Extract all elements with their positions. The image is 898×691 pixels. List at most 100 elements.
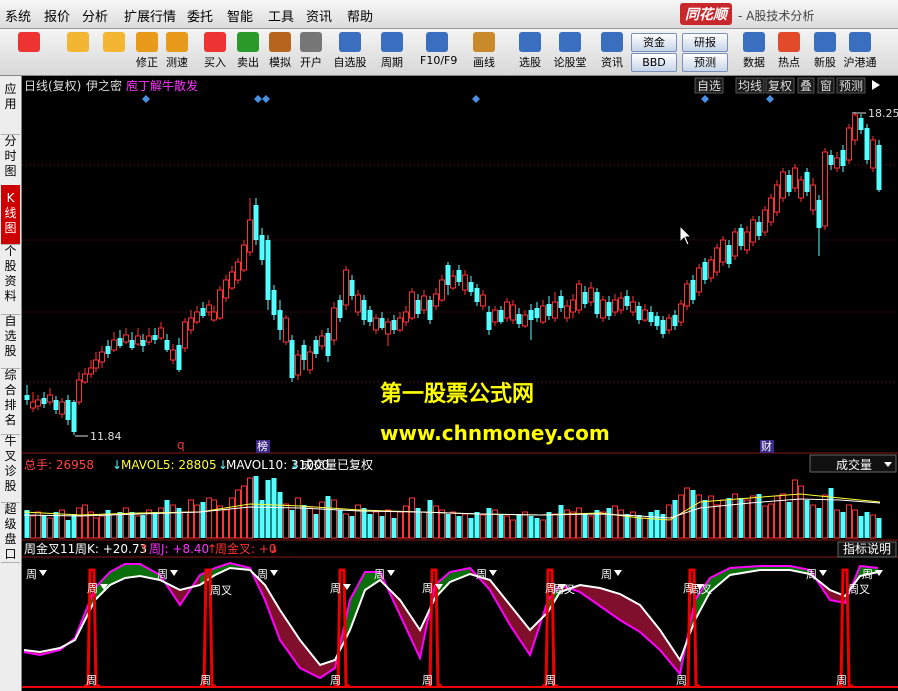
- volume-bar: [24, 510, 30, 538]
- volume-bar: [223, 509, 229, 539]
- volume-bar: [654, 510, 660, 538]
- toolbar-button-6[interactable]: 卖出: [231, 32, 265, 72]
- toolbar-button-5[interactable]: 买入: [198, 32, 232, 72]
- candle-body: [259, 235, 265, 260]
- toolbar-button-4[interactable]: 测速: [160, 32, 194, 72]
- indicator-k-value: 周K: +20.73: [75, 542, 147, 556]
- sidebar-tab[interactable]: 分时图: [1, 128, 20, 192]
- cross-label: 周叉: [553, 583, 575, 596]
- volume-total: 总手: 26958: [24, 458, 94, 472]
- volume-bar: [522, 511, 528, 539]
- toolbar-button-11[interactable]: F10/F9: [420, 32, 458, 72]
- pill-button[interactable]: BBD: [631, 53, 677, 72]
- sidebar-tab[interactable]: 牛叉诊股: [1, 428, 20, 503]
- candle-body: [331, 307, 337, 341]
- up-down-arrows-icon: [103, 32, 125, 52]
- toolbar-label: 自选股: [333, 56, 367, 69]
- sidebar-tab[interactable]: 超级盘口: [1, 496, 20, 563]
- candle-body: [612, 299, 618, 313]
- toolbar-button-19[interactable]: 沪港通: [843, 32, 877, 72]
- volume-bar: [510, 519, 516, 539]
- menu-item[interactable]: 委托: [187, 6, 213, 25]
- candle-body: [828, 155, 834, 165]
- volume-bar: [152, 512, 158, 538]
- toolbar-button-15[interactable]: 资讯: [595, 32, 629, 72]
- candle-body: [283, 317, 289, 343]
- volume-bar: [474, 512, 480, 538]
- candle-body: [624, 296, 630, 306]
- toolbar-button-3[interactable]: 修正: [130, 32, 164, 72]
- volume-bar: [702, 500, 708, 538]
- volume-bar: [421, 511, 427, 539]
- volume-bar: [462, 513, 468, 539]
- toolbar-button-8[interactable]: 开户: [294, 32, 328, 72]
- candle-body: [379, 318, 385, 328]
- candle-body: [468, 282, 474, 292]
- candle-body: [486, 312, 492, 330]
- volume-bar: [852, 509, 858, 539]
- week-label-bottom: 周: [422, 674, 433, 687]
- candle-body: [534, 308, 540, 318]
- chart-header-button-label: 窗: [820, 79, 832, 93]
- candle-body: [504, 301, 510, 319]
- kline-chart[interactable]: 日线(复权) 伊之密 庖丁解牛散发 自选 均线 复权叠窗预测 18.25 11.84 q 榜 财 第一…: [22, 76, 898, 691]
- toolbar-label: F10/F9: [420, 54, 458, 67]
- sidebar-tab[interactable]: 个股资料: [1, 238, 20, 315]
- toolbar-button-16[interactable]: 数据: [737, 32, 771, 72]
- candle-body: [474, 288, 480, 302]
- volume-bar: [558, 505, 564, 538]
- toolbar-button-14[interactable]: 论股堂: [553, 32, 587, 72]
- candle-body: [846, 127, 852, 161]
- sidebar-tab[interactable]: K线图: [1, 185, 20, 245]
- candle-body: [744, 231, 750, 251]
- menu-item[interactable]: 系统: [5, 6, 31, 25]
- pill-button[interactable]: 预测: [682, 53, 728, 72]
- menu-item[interactable]: 资讯: [306, 6, 332, 25]
- toolbar-button-1[interactable]: [61, 32, 95, 72]
- volume-bar: [93, 517, 99, 539]
- sidebar-tab[interactable]: 应用: [1, 76, 20, 135]
- menu-item[interactable]: 工具: [268, 6, 294, 25]
- pill-button[interactable]: 研报: [682, 33, 728, 52]
- sidebar-tab[interactable]: 综合排名: [1, 362, 20, 435]
- candle-body: [140, 340, 146, 346]
- toolbar-button-17[interactable]: 热点: [772, 32, 806, 72]
- volume-bar: [804, 500, 810, 538]
- candle-body: [277, 310, 283, 330]
- candle-body: [804, 172, 810, 192]
- candle-body: [301, 345, 307, 360]
- candle-body: [235, 261, 241, 281]
- menu-item[interactable]: 报价: [44, 6, 70, 25]
- menu-item[interactable]: 分析: [82, 6, 108, 25]
- toolbar-button-10[interactable]: 周期: [375, 32, 409, 72]
- toolbar-button-12[interactable]: 画线: [467, 32, 501, 72]
- toolbar-button-18[interactable]: 新股: [808, 32, 842, 72]
- candle-body: [152, 335, 158, 340]
- low-price-label: 11.84: [90, 430, 122, 443]
- menu-item[interactable]: 扩展行情: [124, 6, 176, 25]
- menu-item[interactable]: 智能: [227, 6, 253, 25]
- toolbar-button-13[interactable]: 选股: [513, 32, 547, 72]
- volume-bar: [552, 513, 558, 539]
- candle-body: [840, 150, 846, 166]
- week-label-bottom: 周: [330, 674, 341, 687]
- volume-bar: [277, 492, 283, 538]
- toolbar-button-7[interactable]: 模拟: [263, 32, 297, 72]
- candle-body: [570, 299, 576, 313]
- volume-bar: [259, 500, 265, 538]
- candle-body: [59, 401, 65, 415]
- pill-button[interactable]: 资金: [631, 33, 677, 52]
- candle-body: [510, 304, 516, 321]
- candle-body: [564, 305, 570, 319]
- volume-bar: [498, 514, 504, 538]
- toolbar-button-0[interactable]: [12, 32, 46, 72]
- candle-body: [170, 349, 176, 361]
- toolbar-button-9[interactable]: 自选股: [333, 32, 367, 72]
- menu-item[interactable]: 帮助: [347, 6, 373, 25]
- week-label: 周: [422, 582, 433, 595]
- candle-body: [594, 292, 600, 314]
- volume-bar: [170, 504, 176, 539]
- toolbar-button-2[interactable]: [97, 32, 131, 72]
- sidebar-tab[interactable]: 自选股: [1, 308, 20, 369]
- volume-bar: [439, 509, 445, 539]
